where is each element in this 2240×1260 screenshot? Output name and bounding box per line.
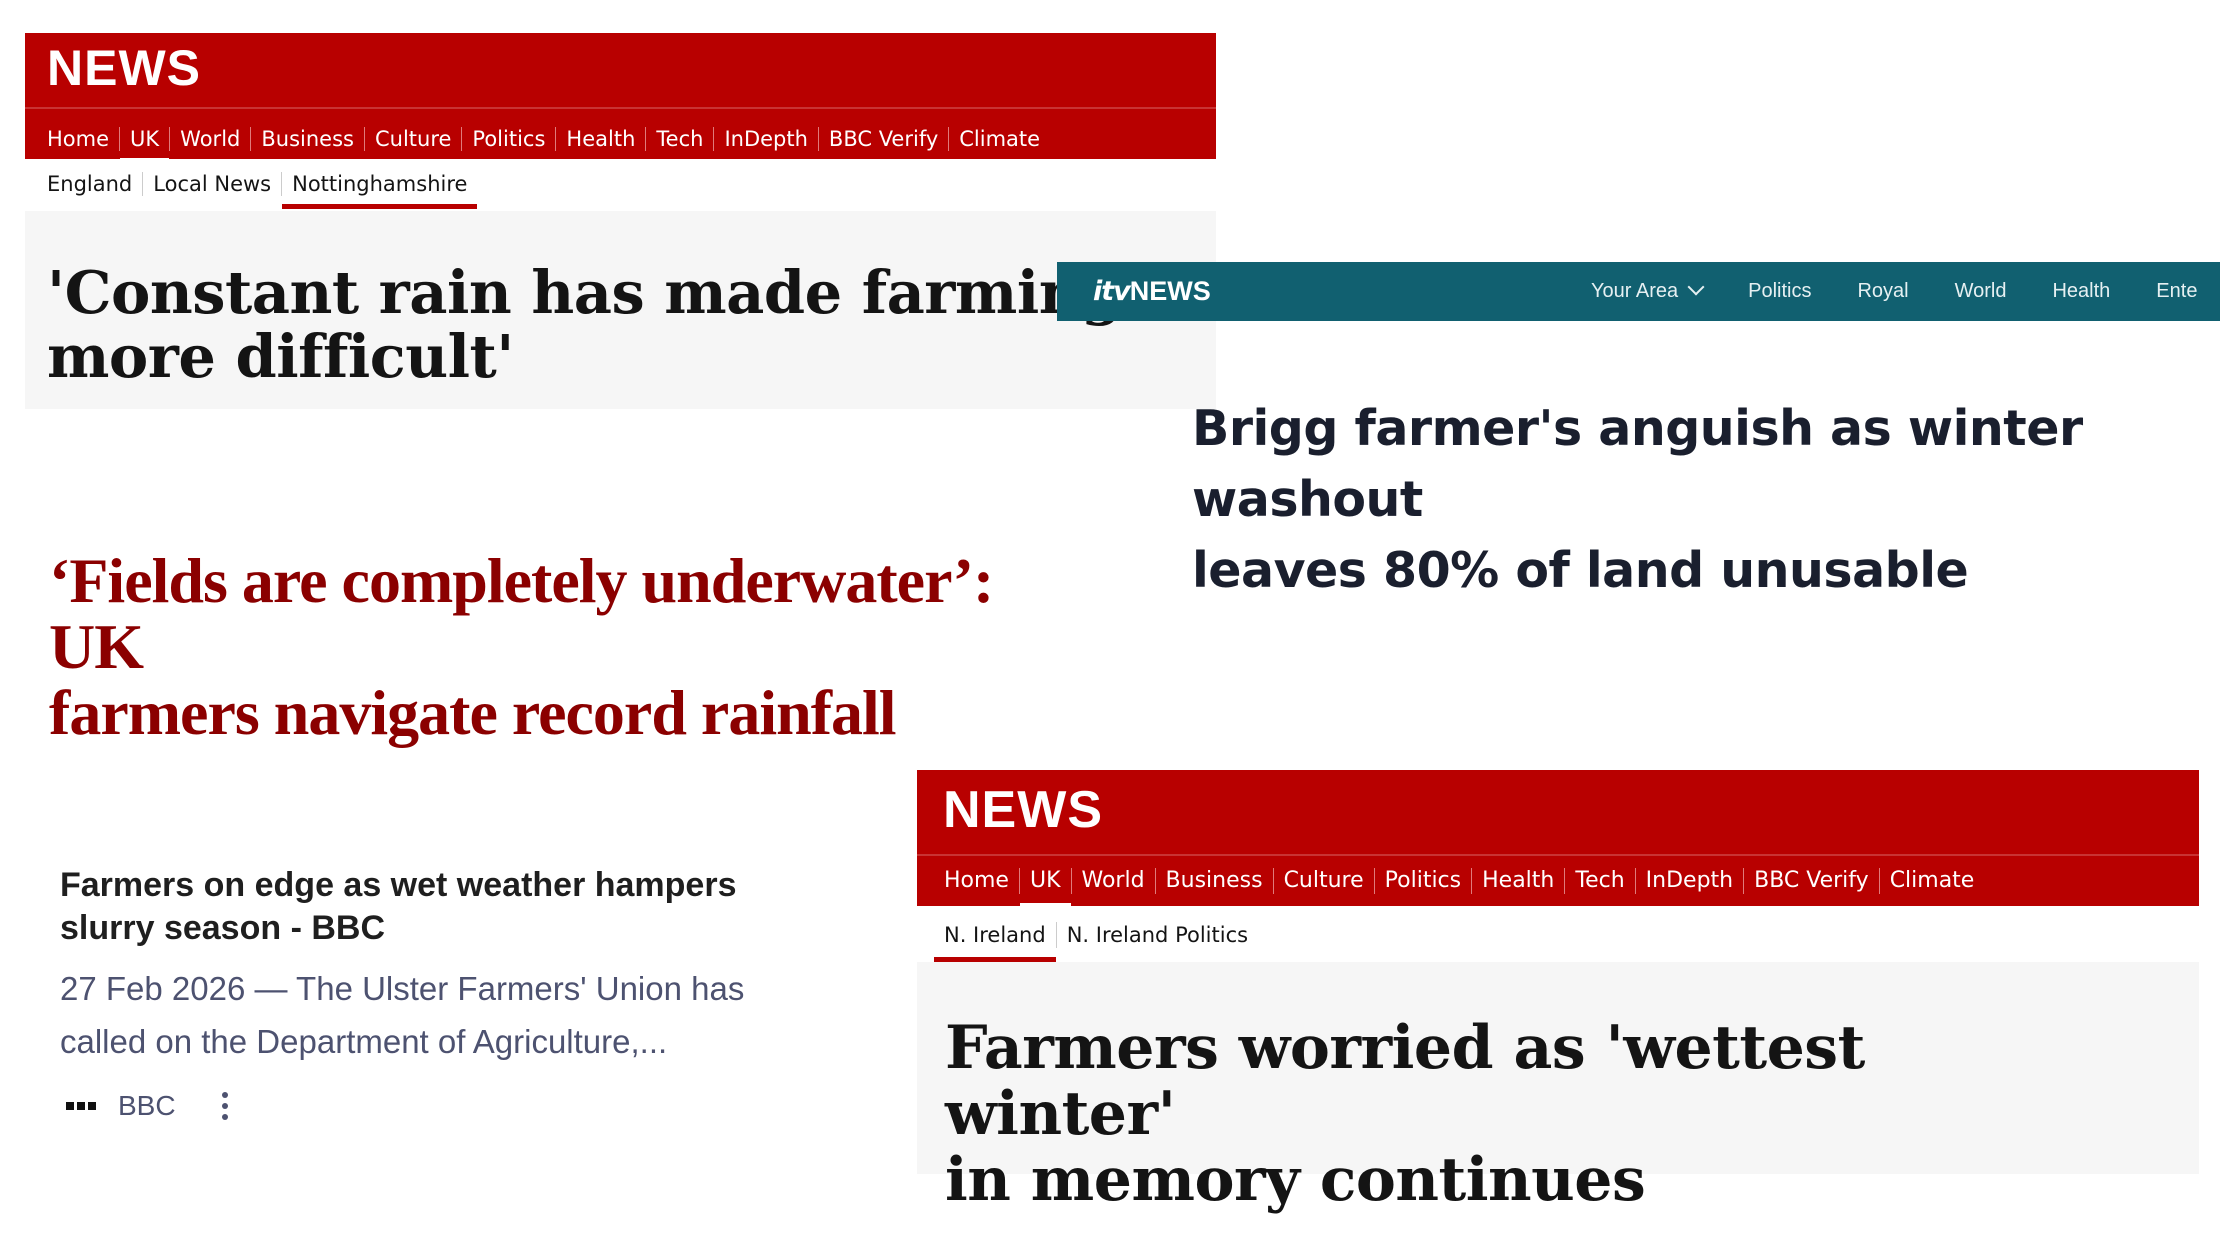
nav-separator bbox=[713, 127, 715, 151]
nav-culture[interactable]: Culture bbox=[375, 117, 451, 161]
nav-separator bbox=[1564, 868, 1566, 894]
nav-uk[interactable]: UK bbox=[119, 117, 170, 163]
subnav-n-ireland[interactable]: N. Ireland bbox=[934, 908, 1056, 962]
nav-separator bbox=[169, 127, 171, 151]
bbc-main-nav: Home UK World Business Culture Politics … bbox=[47, 117, 1040, 163]
subnav-local-news[interactable]: Local News bbox=[153, 159, 271, 209]
nav-indepth[interactable]: InDepth bbox=[1646, 856, 1733, 906]
nav-home[interactable]: Home bbox=[47, 117, 109, 161]
itv-nav: Your Area Politics Royal World Health En… bbox=[1591, 262, 2240, 321]
nav-world[interactable]: World bbox=[180, 117, 240, 161]
nav-separator bbox=[817, 127, 819, 151]
nav-separator bbox=[250, 127, 252, 151]
search-result-snippet: 27 Feb 2026 — The Ulster Farmers' Union … bbox=[60, 962, 840, 1068]
nav-culture[interactable]: Culture bbox=[1284, 856, 1364, 906]
title-line: Farmers on edge as wet weather hampers bbox=[60, 866, 737, 904]
bbc-main-nav: Home UK World Business Culture Politics … bbox=[944, 856, 1975, 908]
headline-line: leaves 80% of land unusable bbox=[1192, 542, 1969, 599]
header-divider bbox=[25, 107, 1216, 109]
headline-line: Brigg farmer's anguish as winter washout bbox=[1192, 400, 2083, 528]
snippet-line: 27 Feb 2026 — The Ulster Farmers' Union … bbox=[60, 970, 745, 1007]
bbc-sub-nav-1: England Local News Nottinghamshire bbox=[47, 159, 478, 209]
nav-separator bbox=[1018, 868, 1020, 894]
headline-line: more difficult' bbox=[47, 322, 514, 391]
nav-health[interactable]: Health bbox=[566, 117, 635, 161]
nav-health[interactable]: Health bbox=[1482, 856, 1554, 906]
subnav-nottinghamshire[interactable]: Nottinghamshire bbox=[282, 159, 478, 209]
nav-bbc-verify[interactable]: BBC Verify bbox=[829, 117, 938, 161]
bbc-blocks-icon bbox=[66, 1102, 96, 1110]
title-line: slurry season - BBC bbox=[60, 909, 385, 947]
itv-news-logo[interactable]: itvNEWS bbox=[1093, 272, 1211, 311]
itv-nav-politics[interactable]: Politics bbox=[1748, 280, 1811, 303]
nav-world[interactable]: World bbox=[1082, 856, 1145, 906]
itv-header: itvNEWS Your Area Politics Royal World H… bbox=[1057, 262, 2220, 321]
nav-separator bbox=[555, 127, 557, 151]
search-result-source[interactable]: BBC bbox=[118, 1090, 176, 1122]
headline-brigg-farmer: Brigg farmer's anguish as winter washout… bbox=[1192, 393, 2212, 606]
search-source-row: BBC bbox=[60, 1086, 880, 1126]
nav-separator bbox=[363, 127, 365, 151]
subnav-n-ireland-politics[interactable]: N. Ireland Politics bbox=[1067, 908, 1248, 962]
nav-home[interactable]: Home bbox=[944, 856, 1009, 906]
bbc-headline-box-2: Farmers worried as 'wettest winter' in me… bbox=[917, 962, 2199, 1213]
nav-tech[interactable]: Tech bbox=[1575, 856, 1624, 906]
nav-separator bbox=[1743, 868, 1745, 894]
nav-separator bbox=[1154, 868, 1156, 894]
bbc-headline-box-1: 'Constant rain has made farming more diff… bbox=[25, 211, 1216, 409]
nav-separator bbox=[1272, 868, 1274, 894]
nav-uk[interactable]: UK bbox=[1020, 856, 1070, 908]
bbc-news-logo[interactable]: NEWS bbox=[943, 780, 1103, 840]
headline-line: 'Constant rain has made farming bbox=[47, 258, 1122, 327]
bbc-header-1: NEWS Home UK World Business Culture Poli… bbox=[25, 33, 1216, 163]
nav-separator bbox=[461, 127, 463, 151]
bbc-sub-nav-2: N. Ireland N. Ireland Politics bbox=[934, 908, 1248, 962]
bbc-header-2: NEWS Home UK World Business Culture Poli… bbox=[917, 770, 2199, 908]
itv-nav-entertainment[interactable]: Ente bbox=[2156, 280, 2197, 303]
nav-separator bbox=[1373, 868, 1375, 894]
subnav-separator bbox=[281, 172, 283, 196]
itv-mark: itv bbox=[1093, 276, 1131, 307]
headline-line: in memory continues bbox=[945, 1145, 1646, 1215]
itv-nav-your-area[interactable]: Your Area bbox=[1591, 278, 1705, 303]
nav-indepth[interactable]: InDepth bbox=[724, 117, 807, 161]
itv-logo-text: NEWS bbox=[1129, 276, 1211, 306]
headline-wettest-winter: Farmers worried as 'wettest winter' in me… bbox=[945, 1015, 2095, 1213]
headline-line: farmers navigate record rainfall bbox=[49, 677, 897, 748]
nav-separator bbox=[948, 127, 950, 151]
chevron-down-icon bbox=[1687, 278, 1705, 296]
itv-nav-health[interactable]: Health bbox=[2052, 280, 2110, 303]
headline-line: ‘Fields are completely underwater’: UK bbox=[49, 545, 994, 682]
bbc-news-logo[interactable]: NEWS bbox=[47, 39, 201, 97]
headline-line: Farmers worried as 'wettest winter' bbox=[945, 1013, 1865, 1149]
headline-fields-underwater: ‘Fields are completely underwater’: UK fa… bbox=[49, 548, 1069, 746]
subnav-separator bbox=[142, 172, 144, 196]
headline-constant-rain: 'Constant rain has made farming more diff… bbox=[47, 261, 1122, 389]
search-result: Farmers on edge as wet weather hampers sl… bbox=[60, 864, 880, 1126]
nav-climate[interactable]: Climate bbox=[1890, 856, 1975, 906]
search-result-title[interactable]: Farmers on edge as wet weather hampers sl… bbox=[60, 864, 760, 950]
nav-separator bbox=[645, 127, 647, 151]
nav-bbc-verify[interactable]: BBC Verify bbox=[1754, 856, 1869, 906]
subnav-england[interactable]: England bbox=[47, 159, 132, 209]
nav-separator bbox=[119, 127, 121, 151]
snippet-line: called on the Department of Agriculture,… bbox=[60, 1023, 668, 1060]
nav-business[interactable]: Business bbox=[261, 117, 354, 161]
nav-separator bbox=[1634, 868, 1636, 894]
nav-politics[interactable]: Politics bbox=[472, 117, 545, 161]
nav-climate[interactable]: Climate bbox=[959, 117, 1040, 161]
nav-separator bbox=[1471, 868, 1473, 894]
nav-separator bbox=[1070, 868, 1072, 894]
itv-nav-label: Your Area bbox=[1591, 280, 1679, 302]
nav-separator bbox=[1878, 868, 1880, 894]
itv-nav-world[interactable]: World bbox=[1955, 280, 2007, 303]
more-vert-icon[interactable] bbox=[221, 1092, 228, 1120]
nav-tech[interactable]: Tech bbox=[656, 117, 703, 161]
nav-business[interactable]: Business bbox=[1166, 856, 1263, 906]
itv-nav-royal[interactable]: Royal bbox=[1857, 280, 1908, 303]
nav-politics[interactable]: Politics bbox=[1385, 856, 1461, 906]
subnav-separator bbox=[1055, 922, 1057, 948]
